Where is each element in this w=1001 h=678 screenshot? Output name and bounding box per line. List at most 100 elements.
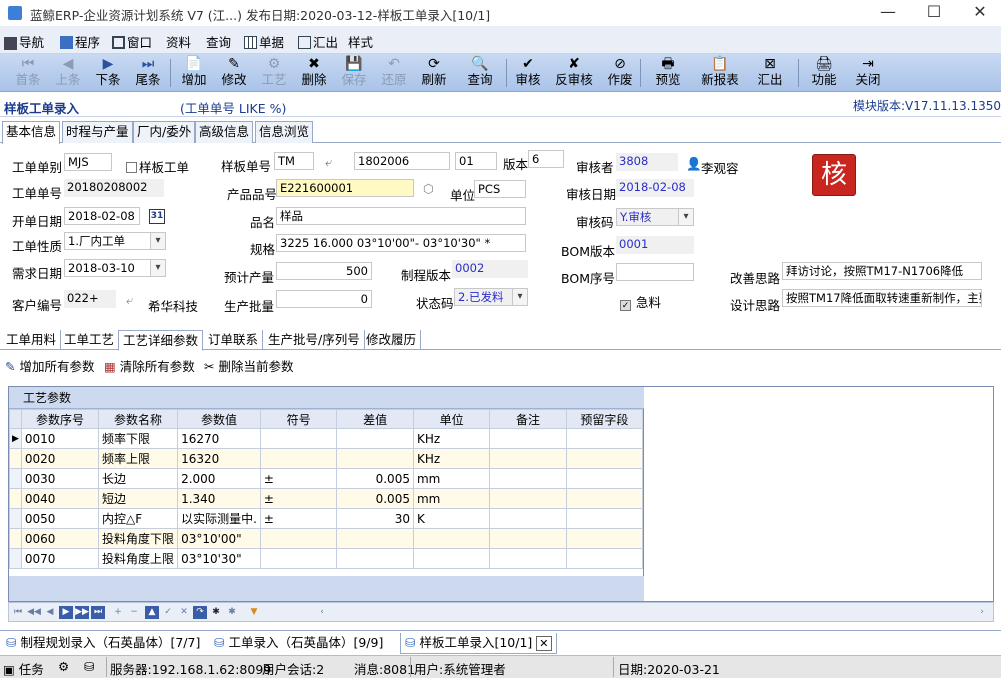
tab-history[interactable]: 修改履历 [362,330,422,350]
unit-field[interactable]: PCS [474,180,526,198]
sample-order-checkbox[interactable]: 样板工单 [126,157,189,176]
edit-button[interactable]: ✎ 修改 [220,56,248,90]
lookup-icon[interactable]: ⤶ [325,154,332,170]
nav-next-page-icon[interactable]: ▶▶ [75,606,89,619]
col-symbol[interactable]: 符号 [259,409,338,429]
nature-select[interactable]: 1.厂内工单 [64,232,166,250]
nav-cancel-icon[interactable]: ✕ [177,606,191,619]
table-row[interactable]: 0020 频率上限 16320 KHz [9,448,644,469]
close-button[interactable]: ⇥ 关闭 [854,56,882,90]
next-button[interactable]: ▶ 下条 [94,56,122,90]
nav-next-icon[interactable]: ▶ [59,606,73,619]
sample-no-field[interactable]: 1802006 [354,152,450,170]
menu-export[interactable]: 汇出 [298,32,338,51]
menu-window[interactable]: 窗口 [112,32,152,51]
col-value[interactable]: 参数值 [177,409,261,429]
nav-bookmark-icon[interactable]: ✱ [209,606,223,619]
void-button[interactable]: ⊘ 作废 [606,56,634,90]
tab-schedule-output[interactable]: 时程与产量 [62,121,133,143]
tab-order-link[interactable]: 订单联系 [204,330,264,350]
add-all-params-button[interactable]: ✎ 增加所有参数 [5,356,94,375]
prev-button[interactable]: ◀ 上条 [54,56,82,90]
clear-all-params-button[interactable]: ▦ 清除所有参数 [104,356,195,375]
nav-prev-icon[interactable]: ◀ [43,606,57,619]
table-row[interactable]: ▶ 0010 频率下限 16270 KHz [9,428,644,449]
spec-field[interactable]: 3225 16.000 03°10'00"- 03°10'30" * [276,234,526,252]
first-button[interactable]: ⏮ 首条 [14,56,42,90]
tab-advanced-info[interactable]: 高级信息 [195,121,254,143]
save-button[interactable]: 💾 保存 [340,56,368,90]
table-row[interactable]: 0050 内控△F 以实际测量中. ±30 K [9,508,644,529]
minimize-button[interactable]: — [865,2,911,24]
improve-field[interactable]: 拜访讨论，按照TM17-N1706降低 [782,262,982,280]
doc-tab-work-order[interactable]: ⛁ 工单录入（石英晶体）[9/9] [214,633,383,654]
product-no-field[interactable]: E221600001 [276,179,414,197]
plan-qty-field[interactable]: 500 [276,262,372,280]
status-select[interactable]: 2.已发料 [454,288,528,306]
tab-craft[interactable]: 工单工艺 [60,330,120,350]
craft-button[interactable]: ⚙ 工艺 [260,56,288,90]
col-unit[interactable]: 单位 [412,409,491,429]
tab-materials[interactable]: 工单用料 [2,330,62,350]
col-seq[interactable]: 参数序号 [20,409,100,429]
doc-tab-sample-order[interactable]: ⛁ 样板工单录入[10/1] ✕ [400,633,557,654]
delete-param-button[interactable]: ✂ 删除当前参数 [204,356,293,375]
order-type-field[interactable]: MJS [64,153,112,171]
table-row[interactable]: 0030 长边 2.000 ±0.005 mm [9,468,644,489]
urgent-checkbox[interactable]: ✓ 急料 [620,292,661,311]
table-row[interactable]: 0070 投料角度上限 03°10'30" [9,548,644,569]
nav-goto-bookmark-icon[interactable]: ✱ [225,606,239,619]
calendar-icon[interactable]: 31 [149,209,165,224]
menu-data[interactable]: 资料 [166,32,191,51]
maximize-button[interactable]: ☐ [911,2,957,24]
refresh-button[interactable]: ⟳ 刷新 [420,56,448,90]
open-date-field[interactable]: 2018-02-08 [64,207,140,225]
audit-code-select[interactable]: Y.审核 [616,208,694,226]
settings-icon[interactable]: ⚙ [58,659,69,674]
bom-seq-field[interactable] [616,263,694,281]
add-button[interactable]: 📄 增加 [180,56,208,90]
query-button[interactable]: 🔍 查询 [460,56,500,90]
nav-edit-icon[interactable]: ▲ [145,606,159,619]
nav-post-icon[interactable]: ✓ [161,606,175,619]
nav-insert-icon[interactable]: + [111,606,125,619]
tab-batch-serial[interactable]: 生产批号/序列号 [264,330,365,350]
nav-filter-icon[interactable]: ▼ [247,606,261,619]
task-button[interactable]: ▣ 任务 [3,659,44,678]
export-button[interactable]: ⊠ 汇出 [752,56,788,90]
restore-button[interactable]: ↶ 还原 [380,56,408,90]
need-date-select[interactable]: 2018-03-10 [64,259,166,277]
doc-tab-process-plan[interactable]: ⛁ 制程规划录入（石英晶体）[7/7] [6,633,200,654]
design-field[interactable]: 按照TM17降低面取转速重新制作，主要 [782,289,982,307]
nav-first-icon[interactable]: ⏮ [11,606,25,619]
table-row[interactable]: 0060 投料角度下限 03°10'00" [9,528,644,549]
scroll-left-icon[interactable]: ‹ [315,606,329,619]
lookup-icon[interactable]: ⤶ [126,292,133,308]
col-note[interactable]: 备注 [489,409,567,429]
menu-program[interactable]: 程序 [60,32,100,51]
col-reserved[interactable]: 预留字段 [565,409,644,429]
col-diff[interactable]: 差值 [336,409,414,429]
name-field[interactable]: 样品 [276,207,526,225]
preview-button[interactable]: 🖶 预览 [650,56,686,90]
close-window-button[interactable]: ✕ [957,2,1001,24]
menu-style[interactable]: 样式 [348,32,373,51]
close-tab-icon[interactable]: ✕ [536,636,552,651]
last-button[interactable]: ⏭ 尾条 [134,56,162,90]
menu-navigate[interactable]: ​导航 [4,32,44,51]
scroll-right-icon[interactable]: › [975,606,989,619]
tab-craft-params[interactable]: 工艺详细参数 [118,330,204,351]
col-name[interactable]: 参数名称 [98,409,179,429]
audit-button[interactable]: ✔ 审核 [514,56,542,90]
tab-info-browse[interactable]: 信息浏览 [255,121,314,143]
version-field[interactable]: 6 [528,150,564,168]
sample-no-prefix-field[interactable]: TM [274,152,314,170]
cube-icon[interactable]: ⬡ [423,181,434,196]
function-button[interactable]: 🖨 功能 [806,56,842,90]
menu-documents[interactable]: 单据 [244,32,284,51]
nav-last-icon[interactable]: ⏭ [91,606,105,619]
menu-query[interactable]: 查询 [206,32,231,51]
batch-qty-field[interactable]: 0 [276,290,372,308]
delete-button[interactable]: ✖ 删除 [300,56,328,90]
tab-basic-info[interactable]: 基本信息 [2,121,61,144]
